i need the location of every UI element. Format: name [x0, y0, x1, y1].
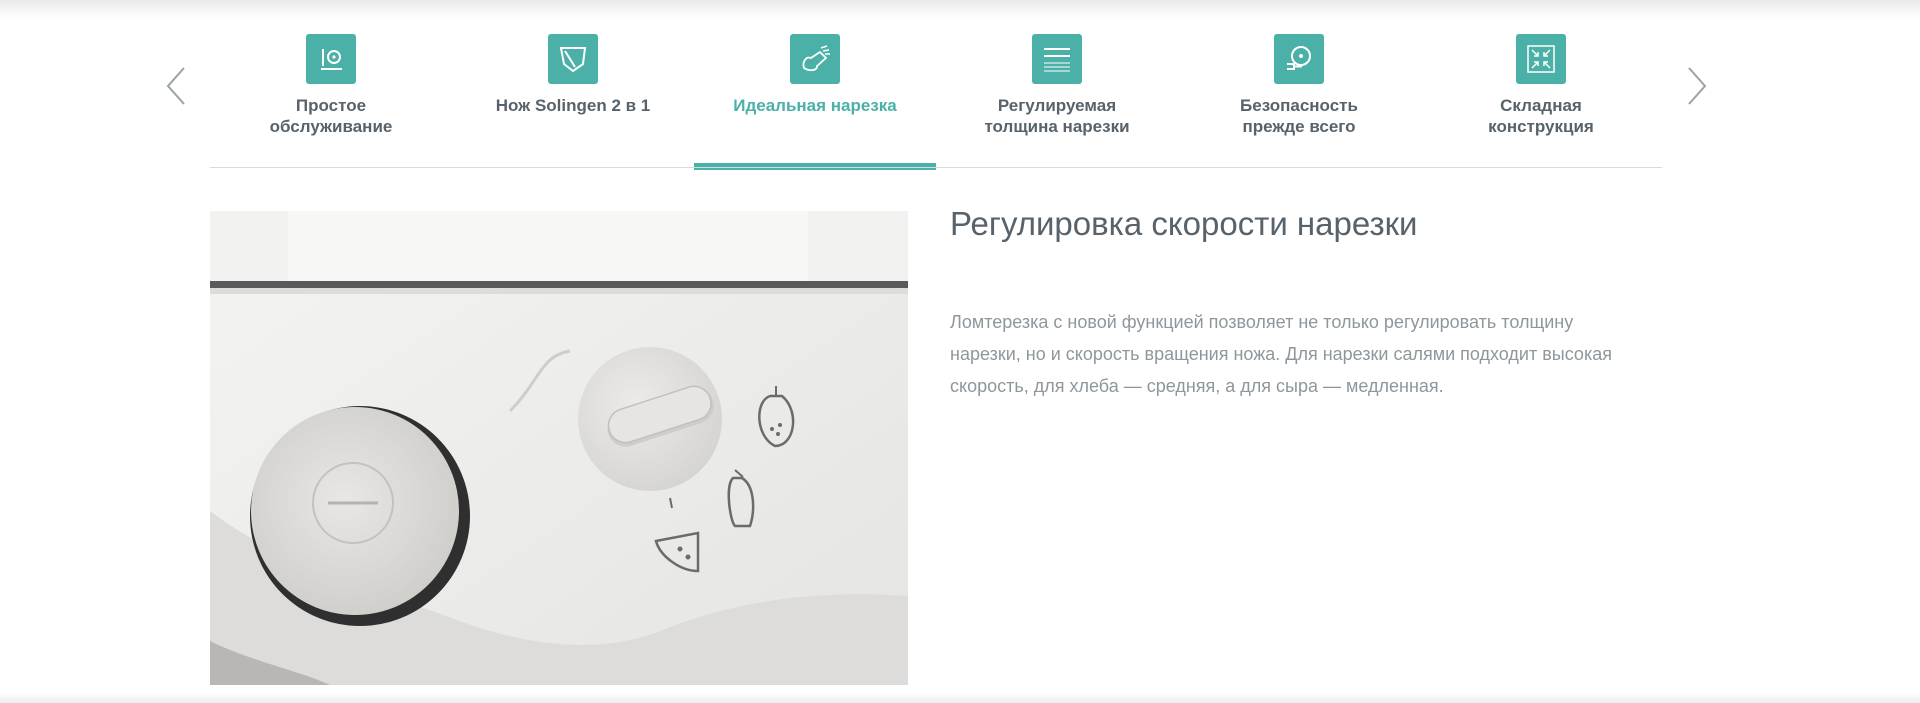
tab-adjustable-thickness[interactable]: Регулируемая толщина нарезки	[936, 32, 1178, 168]
bottom-shadow	[0, 693, 1920, 703]
tab-easy-maintenance[interactable]: Простое обслуживание	[210, 32, 452, 168]
thickness-lines-icon	[1032, 34, 1082, 84]
feature-tabs: Простое обслуживание Нож Solingen 2 в 1 …	[210, 32, 1662, 170]
section-description: Ломтерезка с новой функцией позволяет не…	[950, 312, 1612, 396]
tab-label: Идеальная нарезка	[733, 96, 897, 115]
carousel-next-button[interactable]	[1681, 64, 1711, 108]
tab-label: Безопасность прежде всего	[1240, 96, 1358, 136]
tab-solingen-knife[interactable]: Нож Solingen 2 в 1	[452, 32, 694, 168]
section-title: Регулировка скорости нарезки	[950, 205, 1418, 242]
tab-label: Нож Solingen 2 в 1	[495, 96, 651, 115]
tab-safety-first[interactable]: Безопасность прежде всего	[1178, 32, 1420, 168]
chevron-left-icon	[166, 67, 185, 105]
tab-folding-design[interactable]: Складная конструкция	[1420, 32, 1662, 168]
fold-compress-icon	[1516, 34, 1566, 84]
tab-label: Регулируемая толщина нарезки	[984, 96, 1130, 136]
tab-perfect-slicing[interactable]: Идеальная нарезка	[694, 32, 936, 170]
tab-label: Складная конструкция	[1488, 96, 1594, 136]
slice-icon	[790, 34, 840, 84]
carousel-prev-button[interactable]	[162, 64, 192, 108]
tab-label: Простое обслуживание	[269, 96, 393, 136]
speed-dial-photo	[210, 211, 908, 685]
cleaning-icon	[306, 34, 356, 84]
top-shadow	[0, 0, 1920, 18]
safety-guard-icon	[1274, 34, 1324, 84]
blade-icon	[548, 34, 598, 84]
tabs-divider	[210, 167, 1662, 168]
chevron-right-icon	[1688, 67, 1707, 105]
